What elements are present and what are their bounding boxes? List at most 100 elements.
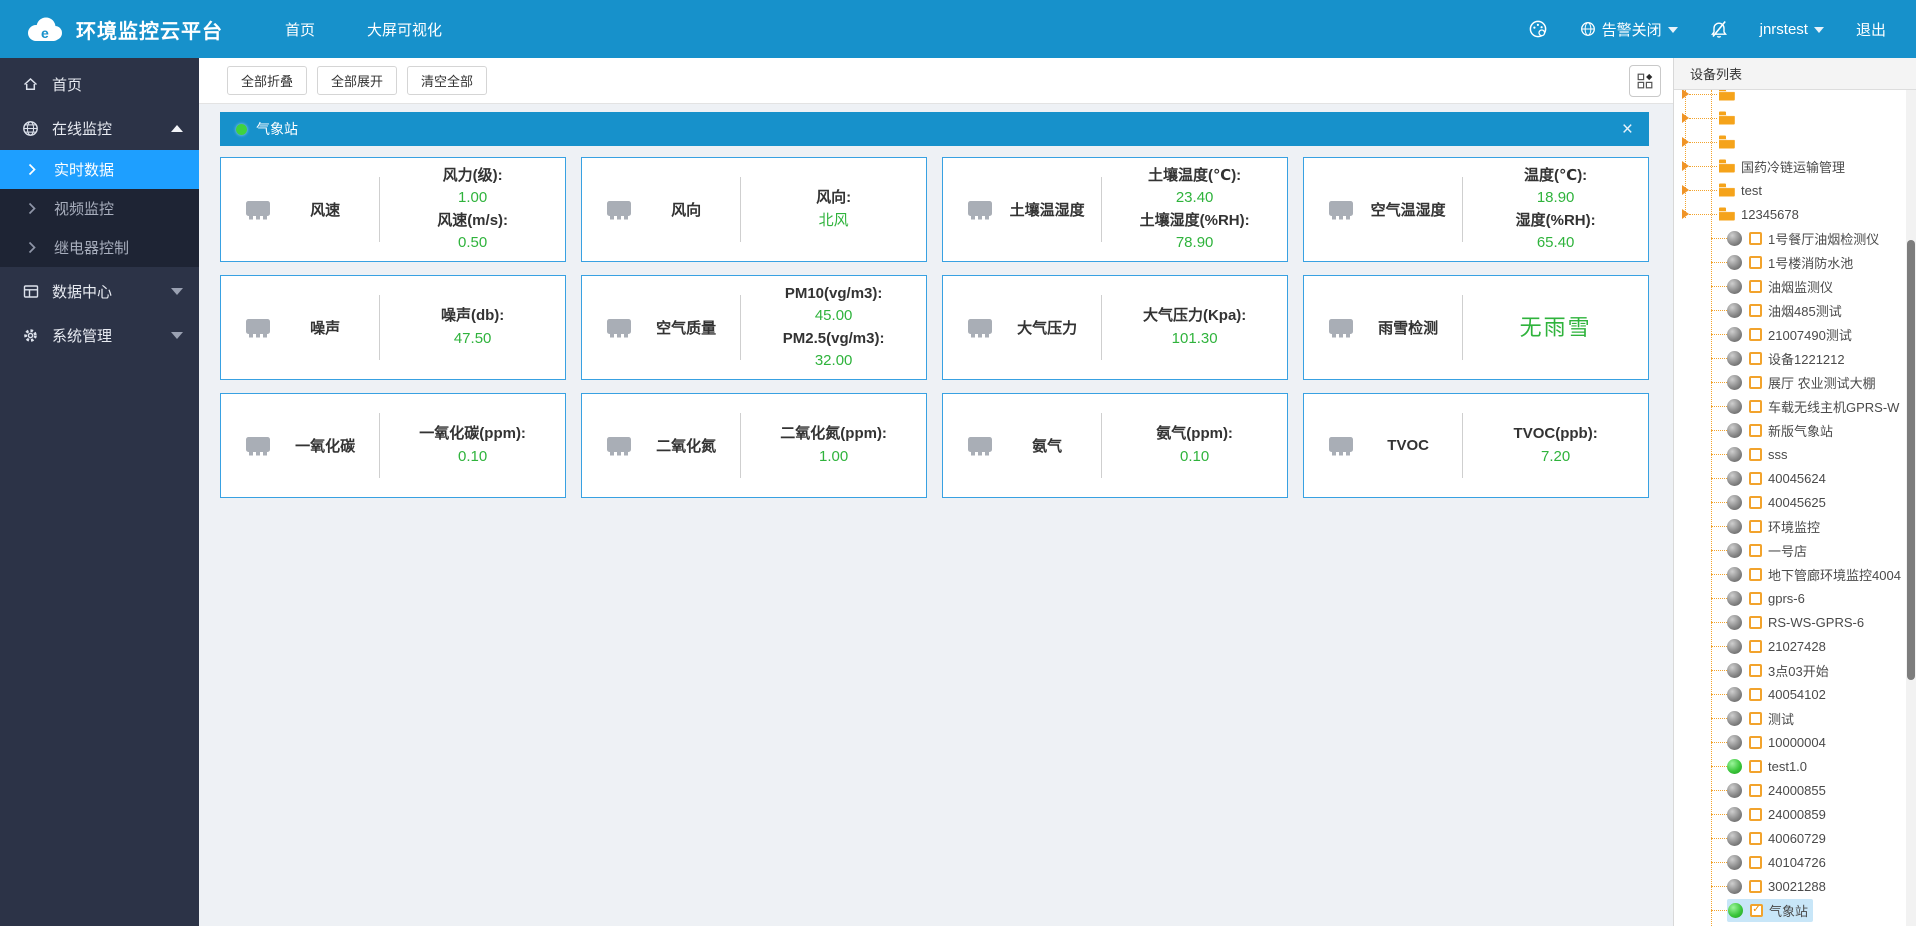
device-checkbox[interactable] xyxy=(1749,831,1762,845)
device-checkbox[interactable] xyxy=(1749,351,1762,365)
folder-label[interactable]: 12345678 xyxy=(1741,207,1799,222)
tree-device-row[interactable]: 24000859 xyxy=(1674,802,1916,826)
device-checkbox[interactable] xyxy=(1749,759,1762,773)
tree-device-row[interactable]: sss xyxy=(1674,442,1916,466)
device-label[interactable]: 油烟监测仪 xyxy=(1768,277,1833,296)
device-label[interactable]: 3点03开始 xyxy=(1768,661,1829,680)
device-checkbox[interactable] xyxy=(1749,615,1762,629)
expand-toggle-icon[interactable] xyxy=(1682,161,1689,171)
device-checkbox[interactable] xyxy=(1749,375,1762,389)
device-label[interactable]: 环境监控 xyxy=(1768,517,1820,536)
tree-device-row[interactable]: 测试 xyxy=(1674,706,1916,730)
folder-label[interactable]: test xyxy=(1741,183,1762,198)
device-checkbox[interactable] xyxy=(1749,399,1762,413)
device-checkbox[interactable] xyxy=(1749,807,1762,821)
sidebar-item-realtime-data[interactable]: 实时数据 xyxy=(0,150,199,189)
tree-device-row[interactable]: 一号店 xyxy=(1674,538,1916,562)
device-checkbox[interactable] xyxy=(1749,687,1762,701)
nav-link-bigscreen[interactable]: 大屏可视化 xyxy=(367,19,442,40)
tree-device-row[interactable]: 21027428 xyxy=(1674,634,1916,658)
tree-device-row[interactable]: RS-WS-GPRS-6 xyxy=(1674,610,1916,634)
clear-all-button[interactable]: 清空全部 xyxy=(407,66,488,95)
expand-toggle-icon[interactable] xyxy=(1682,137,1689,147)
tree-device-row[interactable]: test1.0 xyxy=(1674,754,1916,778)
tree-device-row[interactable]: 新版气象站 xyxy=(1674,418,1916,442)
tree-device-row[interactable]: 3点03开始 xyxy=(1674,658,1916,682)
tree-device-row[interactable]: 10000004 xyxy=(1674,730,1916,754)
device-checkbox[interactable] xyxy=(1749,327,1762,341)
device-checkbox[interactable] xyxy=(1749,639,1762,653)
device-label[interactable]: 测试 xyxy=(1768,709,1794,728)
device-label[interactable]: 24000855 xyxy=(1768,783,1826,798)
device-checkbox[interactable] xyxy=(1749,255,1762,269)
tree-folder-row[interactable]: 12345678 xyxy=(1674,202,1916,226)
device-checkbox[interactable] xyxy=(1749,879,1762,893)
user-menu[interactable]: jnrstest xyxy=(1760,21,1824,38)
tree-folder-row[interactable] xyxy=(1674,90,1916,106)
device-label[interactable]: 40060729 xyxy=(1768,831,1826,846)
device-label[interactable]: 展厅 农业测试大棚 xyxy=(1768,373,1876,392)
device-checkbox[interactable] xyxy=(1749,423,1762,437)
sidebar-item-system-management[interactable]: 系统管理 xyxy=(0,313,199,357)
tree-folder-row[interactable]: 国药冷链运输管理 xyxy=(1674,154,1916,178)
tree-device-row[interactable]: gprs-6 xyxy=(1674,586,1916,610)
device-checkbox[interactable] xyxy=(1749,543,1762,557)
device-label[interactable]: 1号楼消防水池 xyxy=(1768,253,1853,272)
logout-button[interactable]: 退出 xyxy=(1856,19,1886,40)
theme-palette-icon[interactable] xyxy=(1528,19,1548,39)
sidebar-item-home[interactable]: 首页 xyxy=(0,62,199,106)
device-label[interactable]: 40045625 xyxy=(1768,495,1826,510)
device-checkbox[interactable] xyxy=(1749,447,1762,461)
tree-device-row[interactable]: 地下管廊环境监控4004 xyxy=(1674,562,1916,586)
device-label[interactable]: 设备1221212 xyxy=(1768,349,1845,368)
tree-device-row[interactable]: 设备1221212 xyxy=(1674,346,1916,370)
collapse-all-button[interactable]: 全部折叠 xyxy=(227,66,308,95)
device-checkbox[interactable] xyxy=(1749,855,1762,869)
expand-toggle-icon[interactable] xyxy=(1682,90,1689,99)
device-label[interactable]: gprs-6 xyxy=(1768,591,1805,606)
tree-scrollbar-thumb[interactable] xyxy=(1907,240,1915,680)
nav-link-home[interactable]: 首页 xyxy=(285,19,315,40)
device-label[interactable]: 地下管廊环境监控4004 xyxy=(1768,565,1901,584)
tree-device-row[interactable]: 40045624 xyxy=(1674,466,1916,490)
device-label[interactable]: 21027428 xyxy=(1768,639,1826,654)
device-checkbox[interactable] xyxy=(1749,783,1762,797)
device-checkbox[interactable] xyxy=(1749,231,1762,245)
device-label[interactable]: 油烟485测试 xyxy=(1768,301,1842,320)
device-label[interactable]: test1.0 xyxy=(1768,759,1807,774)
tree-folder-row[interactable] xyxy=(1674,130,1916,154)
sidebar-item-online-monitoring[interactable]: 在线监控 xyxy=(0,106,199,150)
tree-device-row[interactable]: 21007490测试 xyxy=(1674,322,1916,346)
expand-toggle-icon[interactable] xyxy=(1682,209,1689,219)
notifications-muted-icon[interactable] xyxy=(1710,20,1728,38)
device-checkbox[interactable] xyxy=(1749,591,1762,605)
tree-device-row[interactable]: 1号楼消防水池 xyxy=(1674,250,1916,274)
device-checkbox[interactable] xyxy=(1749,711,1762,725)
device-checkbox[interactable] xyxy=(1749,519,1762,533)
sidebar-item-data-center[interactable]: 数据中心 xyxy=(0,269,199,313)
tree-device-row[interactable]: 40060729 xyxy=(1674,826,1916,850)
device-checkbox[interactable]: ✓ xyxy=(1750,903,1763,917)
tree-device-row[interactable]: 40104726 xyxy=(1674,850,1916,874)
tree-device-row[interactable]: 油烟485测试 xyxy=(1674,298,1916,322)
tree-scrollbar[interactable] xyxy=(1906,90,1916,926)
tree-device-row[interactable]: 1号餐厅油烟检测仪 xyxy=(1674,226,1916,250)
device-label[interactable]: 新版气象站 xyxy=(1768,421,1833,440)
expand-toggle-icon[interactable] xyxy=(1682,185,1689,195)
device-label[interactable]: 21007490测试 xyxy=(1768,325,1852,344)
tree-device-row[interactable]: 30021288 xyxy=(1674,874,1916,898)
tree-device-row[interactable]: 40054102 xyxy=(1674,682,1916,706)
device-checkbox[interactable] xyxy=(1749,495,1762,509)
device-checkbox[interactable] xyxy=(1749,471,1762,485)
tree-device-row[interactable]: 车载无线主机GPRS-W xyxy=(1674,394,1916,418)
device-label[interactable]: sss xyxy=(1768,447,1788,462)
folder-label[interactable]: 国药冷链运输管理 xyxy=(1741,157,1845,176)
device-label[interactable]: 1号餐厅油烟检测仪 xyxy=(1768,229,1879,248)
device-label[interactable]: 一号店 xyxy=(1768,541,1807,560)
sidebar-item-video-monitoring[interactable]: 视频监控 xyxy=(0,189,199,228)
expand-all-button[interactable]: 全部展开 xyxy=(317,66,398,95)
device-label[interactable]: 24000859 xyxy=(1768,807,1826,822)
device-label[interactable]: 30021288 xyxy=(1768,879,1826,894)
tree-device-row[interactable]: 24000855 xyxy=(1674,778,1916,802)
tree-folder-row[interactable] xyxy=(1674,106,1916,130)
